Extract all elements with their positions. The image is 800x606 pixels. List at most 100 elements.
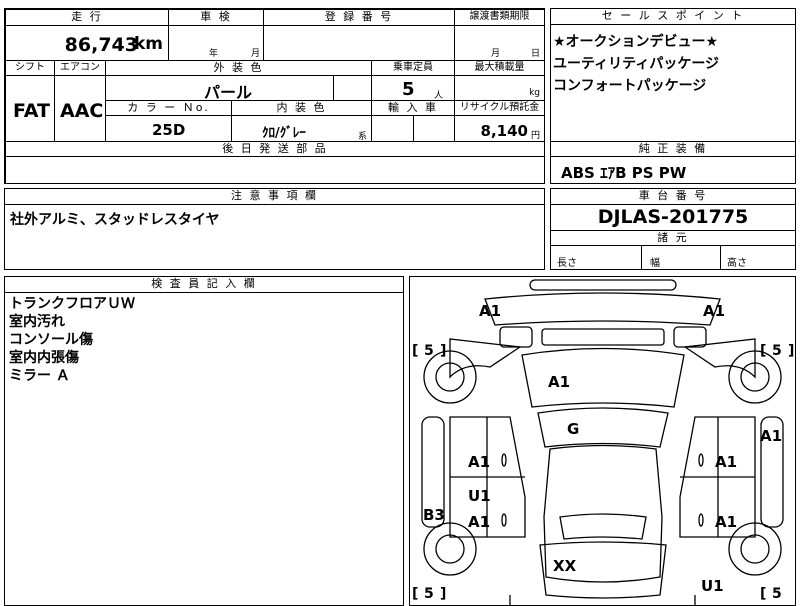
tire-fr-close: ] (788, 343, 794, 359)
mark-right-rear-door: A1 (715, 513, 737, 531)
equipment-cell: ABS ｴｱB PS PW (550, 156, 796, 184)
mileage-cell: 86,743 km (5, 25, 169, 61)
inspector-line-1: トランクフロアＵＷ (9, 296, 135, 312)
later-parts-cell (5, 156, 545, 184)
dimensions-height-label: 高さ (727, 258, 747, 269)
inspection-header: 車 検 (168, 9, 264, 26)
mark-left-front-door: A1 (468, 453, 490, 471)
dimensions-width-label: 幅 (650, 258, 660, 269)
windshield-shape (521, 347, 685, 408)
selling-points-header: セ ー ル ス ポ イ ン ト (550, 8, 796, 25)
exterior-color-value: パール (204, 83, 253, 101)
rear-bumper-shape (509, 595, 696, 605)
recycle-cell: 8,140 円 (454, 115, 545, 142)
recycle-unit: 円 (530, 131, 540, 141)
aircon-cell: AAC (54, 75, 106, 142)
import-header: 輸 入 車 (371, 100, 455, 116)
transfer-cell: 月 日 (454, 25, 545, 61)
mark-left-sill: B3 (423, 506, 445, 524)
transfer-month-label: 月 (491, 49, 501, 59)
inspection-cell: 年 月 (168, 25, 264, 61)
color-no-header: カ ラ ー Ｎo. (105, 100, 232, 116)
max-load-unit: kg (529, 88, 540, 98)
dimensions-header: 諸 元 (550, 230, 796, 246)
transfer-day-label: 日 (531, 49, 541, 59)
main-info-table: 走 行 車 検 登 録 番 号 譲渡書類期限 86,743 km 年 月 月 日… (4, 8, 545, 184)
registration-header: 登 録 番 号 (263, 9, 455, 26)
tire-fr-value: 5 (772, 343, 782, 359)
shift-header: シフト (5, 60, 55, 76)
exterior-color-header: 外 装 色 (105, 60, 372, 76)
inspector-line-2: 室内汚れ (9, 314, 65, 330)
aircon-value: AAC (60, 100, 104, 122)
color-no-value: 25D (152, 121, 186, 139)
later-parts-header: 後 日 発 送 部 品 (5, 141, 545, 157)
mileage-value: 86,743 (64, 34, 138, 56)
rear-window-shape (559, 513, 647, 540)
selling-points-box: セ ー ル ス ポ イ ン ト ★オークションデビュー★ ユーティリティパッケー… (550, 8, 796, 184)
mark-trunk: XX (553, 557, 577, 575)
import-cell-b (413, 115, 455, 142)
tire-fl-value: 5 (424, 343, 434, 359)
max-load-cell: kg (454, 75, 545, 101)
mark-left-rear-upper: U1 (468, 487, 491, 505)
notes-value: 社外アルミ、スタッドレスタイヤ (10, 212, 220, 228)
mark-front-right: A1 (703, 302, 725, 320)
inspector-line-4: 室内内張傷 (9, 350, 79, 366)
mark-right-side: A1 (760, 427, 782, 445)
transfer-header: 譲渡書類期限 (454, 9, 545, 26)
color-no-cell: 25D (105, 115, 232, 142)
mark-windshield: A1 (548, 373, 570, 391)
capacity-value: 5 (402, 79, 415, 100)
inspection-month-label: 月 (251, 49, 261, 59)
inspection-year-label: 年 (209, 49, 219, 59)
inspector-line-5: ミラー Ａ (9, 368, 70, 384)
selling-points-line-3: コンフォートパッケージ (553, 78, 707, 94)
tire-fl-close: ] (440, 343, 446, 359)
roof-shape (537, 407, 669, 448)
notes-box: 注 意 事 項 欄 社外アルミ、スタッドレスタイヤ (4, 188, 545, 270)
front-right-light-shape (673, 326, 707, 348)
aircon-header: エアコン (54, 60, 106, 76)
equipment-header: 純 正 装 備 (550, 141, 796, 157)
recycle-header: リサイクル預託金 (454, 100, 545, 116)
right-fender-shape (683, 338, 756, 379)
mark-rear-right: U1 (701, 577, 724, 595)
mark-front-left: A1 (479, 302, 501, 320)
mark-roof: G (567, 420, 579, 438)
equipment-value: ABS ｴｱB PS PW (561, 164, 687, 182)
tire-fr-open: [ (760, 343, 766, 359)
notes-header: 注 意 事 項 欄 (4, 188, 545, 205)
hood-shape (484, 292, 721, 326)
chassis-box: 車 台 番 号 DJLAS-201775 諸 元 長さ 幅 高さ (550, 188, 796, 270)
import-cell-a (371, 115, 414, 142)
mark-left-rear-door: A1 (468, 513, 490, 531)
front-left-light-shape (499, 326, 533, 348)
exterior-color-extra-cell (333, 75, 372, 101)
interior-color-cell: ｸﾛ/ｸﾞﾚｰ 系 (231, 115, 372, 142)
inspector-line-3: コンソール傷 (9, 332, 93, 348)
dimensions-width-cell: 幅 (641, 245, 721, 270)
shift-value: FAT (13, 100, 50, 122)
chassis-value: DJLAS-201775 (597, 206, 749, 228)
car-diagram-box: [ 5 ] [ 5 ] [ 5 ] [ 5 A1 A1 A1 G A1 A1 A… (409, 276, 796, 606)
inspector-box: 検 査 員 記 入 欄 トランクフロアＵＷ 室内汚れ コンソール傷 室内内張傷 … (4, 276, 404, 606)
capacity-cell: 5 人 (371, 75, 455, 101)
selling-points-line-2: ユーティリティパッケージ (553, 56, 720, 72)
selling-points-line-1: ★オークションデビュー★ (553, 34, 719, 50)
inspector-header: 検 査 員 記 入 欄 (4, 276, 404, 293)
front-bumper-shape (529, 279, 677, 291)
dimensions-height-cell: 高さ (720, 245, 796, 270)
registration-cell (263, 25, 455, 61)
shift-cell: FAT (5, 75, 55, 142)
mileage-header: 走 行 (5, 9, 169, 26)
grille-shape (541, 328, 665, 346)
car-diagram: [ 5 ] [ 5 ] [ 5 ] [ 5 A1 A1 A1 G A1 A1 A… (412, 279, 794, 605)
mark-right-front-door: A1 (715, 453, 737, 471)
max-load-header: 最大積載量 (454, 60, 545, 76)
exterior-color-cell: パール (105, 75, 334, 101)
tire-fl-open: [ (412, 343, 418, 359)
dimensions-length-cell: 長さ (550, 245, 642, 270)
chassis-header: 車 台 番 号 (550, 188, 796, 205)
mileage-unit: km (133, 34, 163, 54)
